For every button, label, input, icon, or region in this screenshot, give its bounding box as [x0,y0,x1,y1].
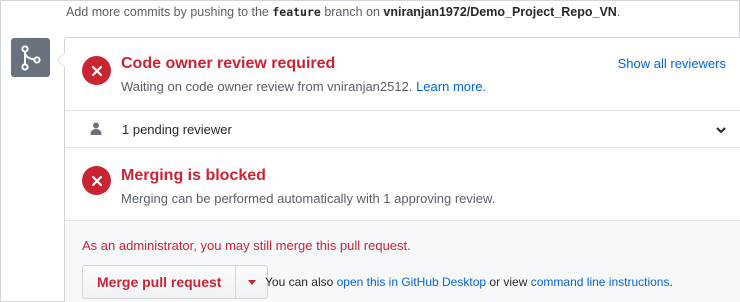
chevron-down-icon[interactable] [715,123,727,138]
x-circle-icon [82,56,111,85]
code-owner-review-section: Code owner review required Waiting on co… [65,38,740,111]
also-prefix: You can also [265,275,334,289]
alternative-merge-hint: You can also open this in GitHub Desktop… [265,275,673,289]
git-merge-icon [11,38,50,77]
learn-more-link[interactable]: Learn more. [416,79,486,94]
merge-pull-request-button[interactable]: Merge pull request [82,265,237,299]
review-required-description: Waiting on code owner review from vniran… [121,79,486,94]
push-hint-middle: branch on [324,5,380,19]
person-icon [90,122,102,139]
review-required-title: Code owner review required [121,55,336,72]
merging-blocked-title: Merging is blocked [121,167,266,184]
merging-blocked-section: Merging is blocked Merging can be perfor… [65,148,740,221]
merging-blocked-description: Merging can be performed automatically w… [121,191,496,206]
push-hint-suffix: . [616,5,621,19]
push-hint: Add more commits by pushing to the featu… [66,5,620,19]
also-suffix: . [669,275,673,289]
pending-reviewer-label: 1 pending reviewer [122,122,232,137]
caret-down-icon [247,279,256,285]
push-hint-prefix: Add more commits by pushing to the [66,5,269,19]
x-circle-icon [82,166,111,195]
command-line-instructions-link[interactable]: command line instructions [531,275,670,289]
show-all-reviewers-link[interactable]: Show all reviewers [618,56,726,71]
admin-merge-section: As an administrator, you may still merge… [65,221,740,302]
pending-reviewers-row[interactable]: 1 pending reviewer [65,111,740,148]
merge-button-group: Merge pull request [82,265,269,299]
branch-name: feature [272,5,321,19]
merge-status-panel: Code owner review required Waiting on co… [57,37,740,302]
merge-method-dropdown[interactable] [236,265,269,299]
admin-notice: As an administrator, you may still merge… [82,238,411,253]
review-description-text: Waiting on code owner review from vniran… [121,79,413,94]
also-middle: or view [489,275,528,289]
open-github-desktop-link[interactable]: open this in GitHub Desktop [337,275,486,289]
repo-name: vniranjan1972/Demo_Project_Repo_VN [383,5,617,19]
